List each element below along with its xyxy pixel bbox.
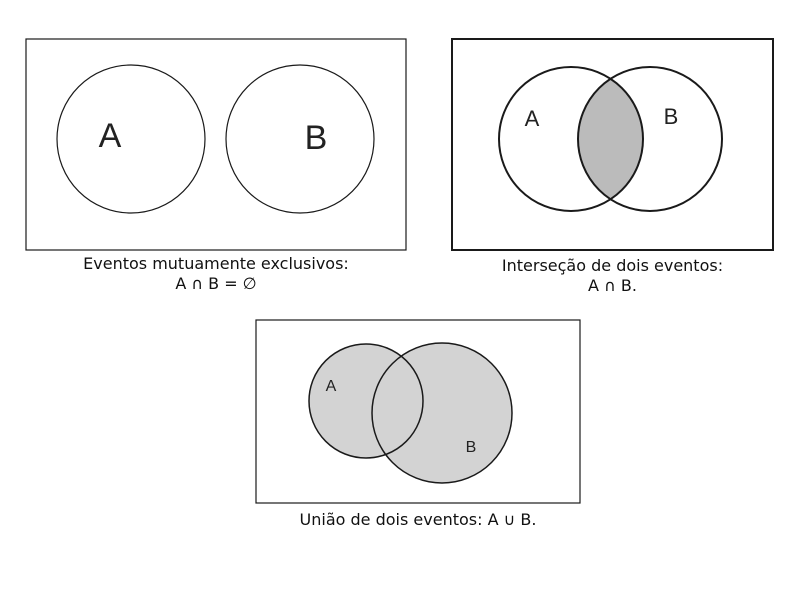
event-b-label: B: [305, 119, 328, 157]
event-a-label: A: [326, 378, 337, 395]
event-b-label: B: [664, 104, 679, 129]
diagram-mutually-exclusive: A B: [25, 38, 407, 251]
caption-line-2: A ∩ B.: [588, 276, 637, 295]
event-b-label: B: [466, 439, 477, 456]
caption-mutually-exclusive: Eventos mutuamente exclusivos: A ∩ B = ∅: [26, 254, 406, 294]
caption-union: União de dois eventos: A ∪ B.: [256, 510, 580, 530]
caption-line-1: Eventos mutuamente exclusivos:: [83, 254, 349, 273]
event-a-label: A: [99, 117, 122, 155]
sample-space-box: [25, 38, 407, 251]
event-a-label: A: [525, 106, 540, 131]
caption-line-2: A ∩ B = ∅: [175, 274, 257, 293]
caption-line-1: União de dois eventos: A ∪ B.: [299, 510, 537, 529]
caption-line-1: Interseção de dois eventos:: [501, 256, 724, 275]
caption-intersection: Interseção de dois eventos: A ∩ B.: [452, 256, 773, 296]
diagram-intersection: A B: [451, 38, 774, 251]
diagram-union: A B: [255, 319, 581, 504]
